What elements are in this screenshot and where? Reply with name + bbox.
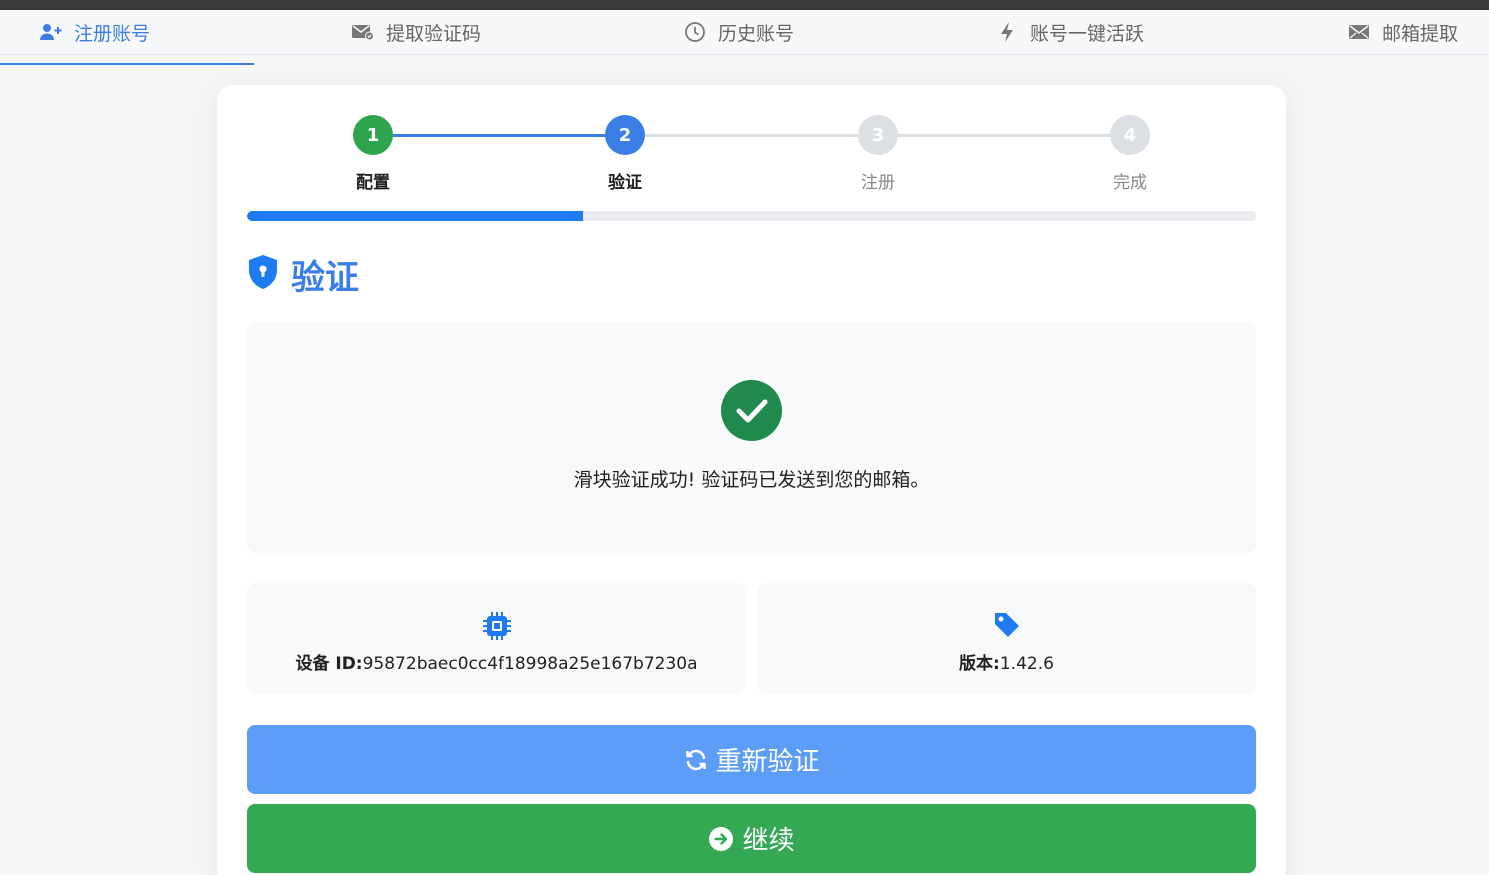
chip-icon [481, 610, 513, 646]
step-1-circle: 1 [353, 115, 393, 155]
tab-label: 邮箱提取 [1382, 22, 1459, 45]
shield-lock-icon [247, 254, 279, 294]
tab-label: 账号一键活跃 [1030, 22, 1145, 45]
main-card: 1 2 3 4 配置 验证 注册 完成 验证 滑块验证成功! 验证码已发送到您的… [217, 85, 1286, 875]
arrow-right-circle-icon [708, 826, 734, 852]
tab-history-accounts[interactable]: 历史账号 [682, 10, 794, 54]
section-title: 验证 [291, 257, 359, 298]
reverify-button-label: 重新验证 [715, 747, 820, 777]
envelope-icon [1346, 21, 1372, 43]
clock-icon [682, 21, 708, 43]
bolt-icon [994, 21, 1020, 43]
tab-email-extract[interactable]: 邮箱提取 [1346, 10, 1458, 54]
tab-account-activate[interactable]: 账号一键活跃 [994, 10, 1144, 54]
step-2-circle: 2 [605, 115, 645, 155]
step-1-label: 配置 [356, 173, 390, 193]
step-3-label: 注册 [861, 173, 895, 193]
tab-bar: 注册账号 提取验证码 历史账号 账号一键活跃 邮箱提取 [0, 10, 1489, 65]
version-text: 版本:1.42.6 [757, 649, 1256, 674]
check-circle-icon [721, 380, 782, 441]
tab-label: 历史账号 [718, 22, 795, 45]
tab-label: 注册账号 [74, 22, 151, 45]
step-2-label: 验证 [608, 173, 642, 193]
step-4-label: 完成 [1113, 173, 1147, 193]
reverify-button[interactable]: 重新验证 [247, 725, 1256, 794]
device-id-card: 设备 ID:95872baec0cc4f18998a25e167b7230a [247, 583, 746, 694]
step-4-circle: 4 [1110, 115, 1150, 155]
step-connector-3-4 [878, 134, 1130, 137]
version-label: 版本: [959, 654, 1000, 674]
progress-bar [247, 211, 1256, 221]
device-id-label: 设备 ID: [295, 654, 363, 674]
user-plus-icon [38, 21, 64, 43]
tab-extract-code[interactable]: 提取验证码 [350, 10, 481, 54]
version-value: 1.42.6 [999, 654, 1054, 674]
progress-bar-fill [247, 211, 583, 221]
tab-label: 提取验证码 [386, 22, 482, 45]
status-message: 滑块验证成功! 验证码已发送到您的邮箱。 [573, 469, 930, 491]
mail-check-icon [350, 21, 376, 43]
section-header: 验证 [247, 251, 359, 298]
refresh-icon [683, 747, 709, 773]
tag-icon [992, 610, 1022, 644]
continue-button[interactable]: 继续 [247, 804, 1256, 873]
step-connector-2-3 [625, 134, 878, 137]
tab-register-account[interactable]: 注册账号 [38, 10, 150, 54]
window-top-bar [0, 0, 1489, 10]
device-id-value: 95872baec0cc4f18998a25e167b7230a [362, 654, 698, 674]
device-id-text: 设备 ID:95872baec0cc4f18998a25e167b7230a [247, 649, 746, 674]
active-tab-indicator [0, 63, 254, 65]
step-3-circle: 3 [858, 115, 898, 155]
verification-status-panel: 滑块验证成功! 验证码已发送到您的邮箱。 [247, 322, 1256, 553]
step-connector-1-2 [373, 134, 625, 137]
version-card: 版本:1.42.6 [757, 583, 1256, 694]
continue-button-label: 继续 [742, 826, 795, 856]
